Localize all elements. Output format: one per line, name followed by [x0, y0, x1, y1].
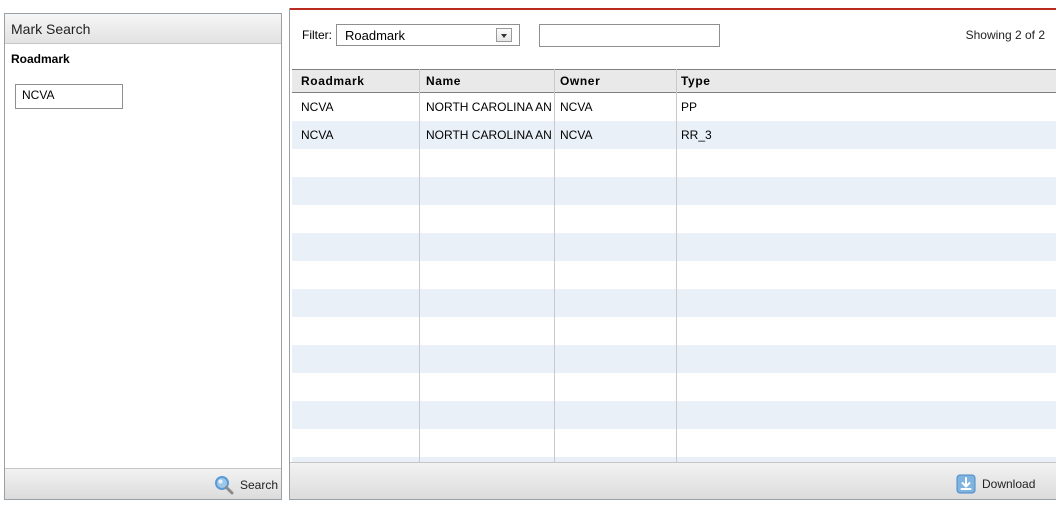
empty-row	[292, 373, 1056, 401]
filter-selected-value: Roadmark	[345, 28, 405, 43]
empty-row	[292, 345, 1056, 373]
empty-row	[292, 289, 1056, 317]
result-count: Showing 2 of 2	[965, 28, 1045, 42]
table-row[interactable]: NCVA NORTH CAROLINA AND VIRGINIA NCVA RR…	[292, 121, 1056, 149]
empty-row	[292, 233, 1056, 261]
column-divider[interactable]	[676, 69, 677, 462]
cell-owner: NCVA	[560, 100, 593, 114]
empty-row	[292, 261, 1056, 289]
table-header: Roadmark Name Owner Type	[292, 69, 1056, 93]
cell-name: NORTH CAROLINA AND VIRGINIA	[426, 100, 552, 114]
panel-title: Mark Search	[11, 21, 91, 37]
cell-name: NORTH CAROLINA AND VIRGINIA	[426, 128, 552, 142]
download-icon	[956, 474, 976, 494]
column-header-type[interactable]: Type	[681, 74, 981, 88]
cell-owner: NCVA	[560, 128, 593, 142]
roadmark-label: Roadmark	[11, 52, 70, 66]
empty-row	[292, 177, 1056, 205]
empty-row	[292, 205, 1056, 233]
column-divider[interactable]	[419, 69, 420, 462]
mark-search-panel: Mark Search Roadmark Search	[4, 13, 282, 500]
search-button-label: Search	[239, 477, 278, 492]
search-button[interactable]: Search	[214, 473, 278, 496]
results-footer: Download	[290, 462, 1056, 499]
filter-select[interactable]: Roadmark	[336, 24, 520, 46]
mark-search-footer: Search	[5, 468, 281, 499]
empty-row	[292, 149, 1056, 177]
results-panel: Filter: Roadmark Showing 2 of 2 Roadmark…	[289, 8, 1056, 500]
column-divider[interactable]	[554, 69, 555, 462]
cell-type: RR_3	[681, 128, 712, 142]
column-header-roadmark[interactable]: Roadmark	[301, 74, 416, 88]
filter-label: Filter:	[302, 28, 332, 42]
column-header-owner[interactable]: Owner	[560, 74, 675, 88]
cell-roadmark: NCVA	[301, 100, 334, 114]
table-body: NCVA NORTH CAROLINA AND VIRGINIA NCVA PP…	[292, 93, 1056, 462]
empty-row	[292, 317, 1056, 345]
cell-roadmark: NCVA	[301, 128, 334, 142]
roadmark-input[interactable]	[15, 84, 123, 109]
cell-type: PP	[681, 100, 698, 114]
mark-search-header: Mark Search	[5, 14, 281, 44]
column-header-name[interactable]: Name	[426, 74, 552, 88]
download-button[interactable]: Download	[956, 472, 1035, 495]
results-table: Roadmark Name Owner Type NCVA NORTH CARO…	[292, 69, 1056, 462]
filter-text-input[interactable]	[539, 24, 720, 47]
chevron-down-icon[interactable]	[496, 28, 512, 42]
search-icon	[214, 475, 234, 495]
download-button-label: Download	[982, 476, 1036, 491]
empty-row	[292, 429, 1056, 457]
empty-row	[292, 401, 1056, 429]
table-row[interactable]: NCVA NORTH CAROLINA AND VIRGINIA NCVA PP	[292, 93, 1056, 121]
